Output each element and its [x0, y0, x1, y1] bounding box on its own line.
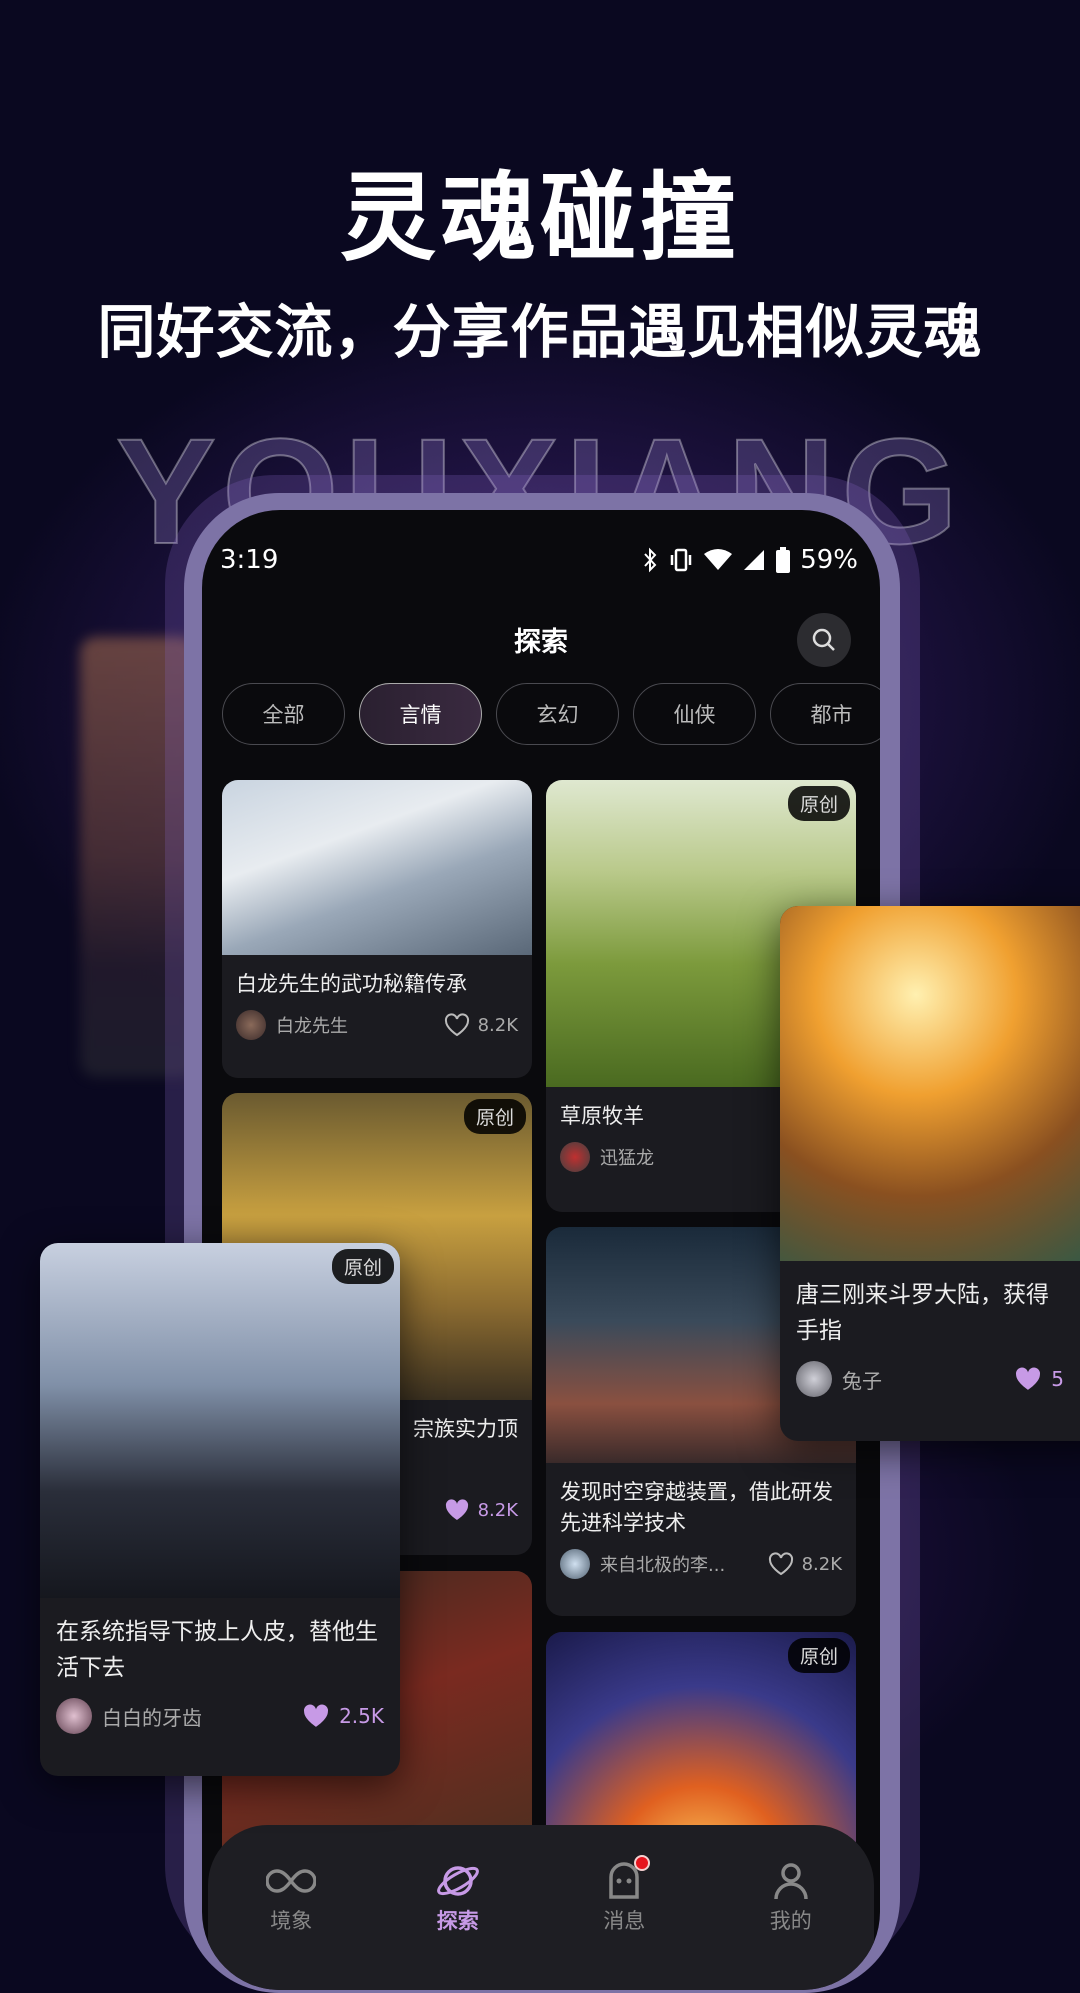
- like-button[interactable]: 8.2K: [768, 1552, 842, 1576]
- bluetooth-icon: [644, 547, 657, 573]
- profile-icon: [774, 1863, 808, 1900]
- tab-romance[interactable]: 言情: [359, 683, 482, 745]
- bottom-navigation: 境象 探索 消息 我的: [208, 1825, 874, 1990]
- heart-filled-icon: [1016, 1367, 1041, 1390]
- nav-label: 我的: [769, 1909, 812, 1933]
- planet-icon: [436, 1866, 479, 1896]
- nav-tab-jingxiang[interactable]: 境象: [231, 1861, 351, 1990]
- category-tabs: 全部 言情 玄幻 仙侠 都市: [222, 683, 880, 745]
- nav-tab-messages[interactable]: 消息: [564, 1855, 684, 1990]
- like-count: 2.5K: [339, 1704, 384, 1728]
- nav-tab-profile[interactable]: 我的: [731, 1861, 851, 1990]
- card-author: 白龙先生: [276, 1016, 348, 1037]
- card-title: 在系统指导下披上人皮，替他生活下去: [56, 1619, 378, 1681]
- page-title: 探索: [514, 627, 568, 658]
- heart-filled-icon: [445, 1499, 468, 1520]
- card-author: 来自北极的李...: [600, 1555, 726, 1576]
- original-badge: 原创: [787, 1638, 850, 1673]
- like-button[interactable]: 2.5K: [301, 1703, 384, 1729]
- card-title: 发现时空穿越装置，借此研发先进科学技术: [560, 1480, 833, 1535]
- featured-card[interactable]: 唐三刚来斗罗大陆，获得手指 兔子 5: [780, 906, 1080, 1441]
- nav-label: 消息: [603, 1909, 646, 1933]
- search-icon: [812, 628, 835, 651]
- promo-headline: 灵魂碰撞: [340, 162, 740, 274]
- like-button[interactable]: 8.2K: [444, 1013, 518, 1037]
- card-title: 唐三刚来斗罗大陆，获得手指: [796, 1282, 1049, 1344]
- feed-card[interactable]: 白龙先生的武功秘籍传承 白龙先生 8.2K: [222, 780, 532, 1078]
- avatar: [56, 1698, 92, 1734]
- wifi-icon: [704, 549, 733, 570]
- like-button[interactable]: 8.2K: [444, 1498, 518, 1522]
- search-button[interactable]: [797, 613, 851, 667]
- card-image: 原创: [40, 1243, 400, 1598]
- avatar: [560, 1142, 590, 1172]
- card-title: 白龙先生的武功秘籍传承: [236, 972, 467, 996]
- original-badge: 原创: [331, 1249, 394, 1284]
- card-image: [780, 906, 1080, 1261]
- status-time: 3:19: [220, 545, 279, 575]
- nav-label: 境象: [270, 1909, 313, 1933]
- infinity-icon: [266, 1869, 317, 1893]
- heart-outline-icon: [444, 1013, 469, 1037]
- avatar: [560, 1549, 590, 1579]
- battery-icon: [776, 547, 791, 573]
- card-author: 白白的牙齿: [102, 1705, 202, 1730]
- avatar: [796, 1361, 832, 1397]
- like-count: 8.2K: [477, 1014, 518, 1036]
- card-image: [222, 780, 532, 955]
- like-count: 5: [1051, 1367, 1064, 1391]
- like-button[interactable]: 5: [1013, 1366, 1064, 1392]
- featured-card[interactable]: 原创 在系统指导下披上人皮，替他生活下去 白白的牙齿 2.5K: [40, 1243, 400, 1776]
- like-count: 8.2K: [477, 1499, 518, 1521]
- tab-fantasy[interactable]: 玄幻: [496, 683, 619, 745]
- nav-label: 探索: [436, 1909, 479, 1933]
- card-author: 兔子: [842, 1368, 882, 1393]
- avatar: [236, 1010, 266, 1040]
- heart-outline-icon: [768, 1552, 793, 1576]
- tab-all[interactable]: 全部: [222, 683, 345, 745]
- promo-subheadline: 同好交流，分享作品遇见相似灵魂: [97, 298, 983, 366]
- signal-icon: [744, 550, 765, 570]
- tab-urban[interactable]: 都市: [770, 683, 880, 745]
- heart-filled-icon: [304, 1704, 329, 1727]
- tab-xianxia[interactable]: 仙侠: [633, 683, 756, 745]
- like-count: 8.2K: [801, 1553, 842, 1575]
- battery-percent: 59%: [800, 545, 858, 575]
- status-bar: 3:19 59%: [220, 540, 858, 580]
- nav-tab-explore[interactable]: 探索: [398, 1861, 518, 1990]
- original-badge: 原创: [787, 786, 850, 821]
- original-badge: 原创: [463, 1099, 526, 1134]
- vibrate-icon: [670, 548, 692, 572]
